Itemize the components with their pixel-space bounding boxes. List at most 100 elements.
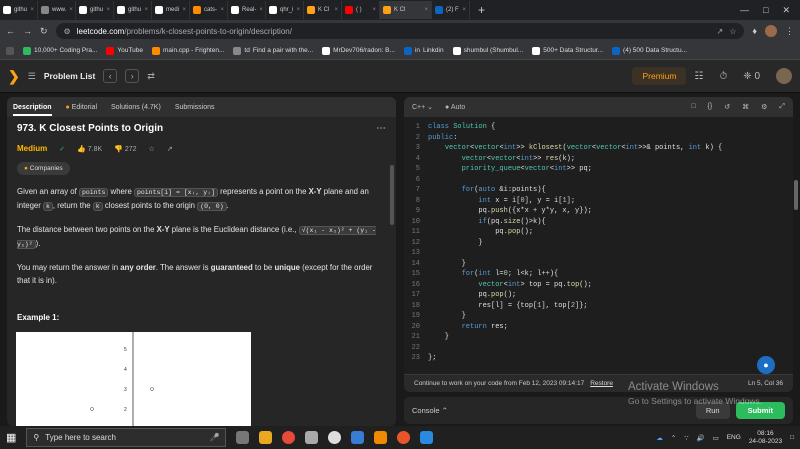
reset-icon[interactable]: ↺: [724, 103, 730, 111]
vscode-icon[interactable]: [420, 431, 434, 444]
microphone-icon[interactable]: 🎤: [209, 433, 219, 442]
code-line[interactable]: 21 }: [404, 332, 793, 343]
task-view-icon[interactable]: [236, 431, 250, 444]
more-options-icon[interactable]: ⋯: [376, 123, 386, 134]
reload-icon[interactable]: ↻: [40, 26, 48, 37]
tab-editorial[interactable]: ● Editorial: [66, 104, 97, 111]
bookmark-item[interactable]: in Linkdin: [403, 46, 444, 55]
close-tab-icon[interactable]: ×: [259, 7, 263, 13]
braces-icon[interactable]: {}: [708, 103, 713, 111]
notebook-icon[interactable]: ☷: [694, 71, 703, 82]
network-icon[interactable]: ∵: [684, 434, 688, 442]
back-icon[interactable]: ←: [6, 26, 15, 36]
tab-submissions[interactable]: Submissions: [175, 104, 215, 111]
share-link-icon[interactable]: ↗: [167, 145, 173, 153]
close-tab-icon[interactable]: ×: [69, 7, 73, 13]
brave-icon[interactable]: [397, 431, 411, 444]
language-select[interactable]: C++ ⌄: [412, 103, 433, 111]
notification-icon[interactable]: □: [790, 434, 794, 441]
expand-icon[interactable]: ⤢: [779, 103, 785, 111]
weather-icon[interactable]: ☁: [656, 434, 663, 442]
browser-tab[interactable]: Real- ×: [228, 1, 266, 19]
code-line[interactable]: 12 }: [404, 238, 793, 249]
code-line[interactable]: 10 if(pq.size()>k){: [404, 217, 793, 228]
browser-tab[interactable]: cats- ×: [190, 1, 228, 19]
url-input[interactable]: ⚙ leetcode.com/problems/k-closest-points…: [55, 23, 745, 39]
bookmark-item[interactable]: YouTube: [106, 46, 143, 55]
code-line[interactable]: 11 pq.pop();: [404, 227, 793, 238]
shuffle-icon[interactable]: ⇄: [147, 71, 155, 82]
dislike-button[interactable]: 👎 272: [114, 145, 136, 153]
code-line[interactable]: 5 priority_queue<vector<int>> pq;: [404, 164, 793, 175]
menu-icon[interactable]: ⋮: [785, 26, 794, 37]
file-explorer-icon[interactable]: [259, 431, 273, 444]
battery-icon[interactable]: ▭: [713, 434, 719, 442]
close-tab-icon[interactable]: ×: [182, 7, 186, 13]
bookmark-item[interactable]: 500+ Data Structur...: [532, 46, 603, 55]
description-scrollbar[interactable]: [390, 165, 394, 225]
code-line[interactable]: 22: [404, 343, 793, 354]
settings-app-icon[interactable]: [305, 431, 319, 444]
favorite-star-icon[interactable]: ☆: [149, 145, 155, 153]
windows-start-icon[interactable]: ▦: [6, 431, 16, 444]
bookmark-icon[interactable]: □: [691, 103, 695, 111]
tab-description[interactable]: Description: [13, 104, 52, 116]
volume-icon[interactable]: 🔊: [696, 434, 704, 442]
chat-bubble-icon[interactable]: ●: [757, 356, 775, 374]
browser-tab[interactable]: www. ×: [38, 1, 76, 19]
code-line[interactable]: 9 pq.push({x*x + y*y, x, y});: [404, 206, 793, 217]
apps-icon[interactable]: [6, 46, 14, 55]
bookmark-item[interactable]: td Find a pair with the...: [233, 46, 313, 55]
settings-gear-icon[interactable]: ⚙: [761, 103, 767, 111]
bookmark-item[interactable]: shumbul (Shumbul...: [452, 46, 523, 55]
prev-problem-button[interactable]: ‹: [103, 69, 118, 83]
bookmark-item[interactable]: 10,000+ Coding Pra...: [23, 46, 97, 55]
code-line[interactable]: 7 for(auto &i:points){: [404, 185, 793, 196]
code-line[interactable]: 14 }: [404, 259, 793, 270]
close-tab-icon[interactable]: ×: [462, 7, 466, 13]
code-line[interactable]: 6: [404, 175, 793, 186]
forward-icon[interactable]: →: [23, 26, 32, 36]
premium-button[interactable]: Premium: [632, 67, 687, 85]
close-window-icon[interactable]: ✕: [782, 5, 790, 16]
code-line[interactable]: 18 res[l] = {top[1], top[2]};: [404, 301, 793, 312]
clock[interactable]: 08:16 24-08-2023: [749, 430, 782, 446]
code-line[interactable]: 17 pq.pop();: [404, 290, 793, 301]
browser-tab[interactable]: githu ×: [114, 1, 152, 19]
problem-list-icon[interactable]: ☰: [28, 71, 36, 82]
browser-tab[interactable]: (2) F ×: [432, 1, 470, 19]
language-indicator[interactable]: ENG: [727, 434, 741, 441]
extensions-icon[interactable]: ♦: [752, 26, 757, 36]
auto-mode[interactable]: ● Auto: [445, 104, 465, 111]
code-line[interactable]: 16 vector<int> top = pq.top();: [404, 280, 793, 291]
companies-chip[interactable]: ● Companies: [17, 162, 70, 175]
fire-icon[interactable]: ❈ 0: [743, 71, 760, 82]
code-line[interactable]: 8 int x = i[0], y = i[1];: [404, 196, 793, 207]
close-tab-icon[interactable]: ×: [30, 7, 34, 13]
code-line[interactable]: 3 vector<vector<int>> kClosest(vector<ve…: [404, 143, 793, 154]
profile-avatar[interactable]: [765, 25, 777, 37]
next-problem-button[interactable]: ›: [125, 69, 140, 83]
close-tab-icon[interactable]: ×: [144, 7, 148, 13]
close-tab-icon[interactable]: ×: [296, 7, 300, 13]
browser-tab[interactable]: medi ×: [152, 1, 190, 19]
like-button[interactable]: 👍 7.8K: [77, 145, 102, 153]
github-desktop-icon[interactable]: [328, 431, 342, 444]
restore-button[interactable]: Restore: [590, 380, 613, 387]
code-line[interactable]: 1 class Solution {: [404, 122, 793, 133]
bookmark-star-icon[interactable]: ☆: [729, 27, 736, 36]
browser-tab[interactable]: K Cl ×: [380, 1, 432, 19]
problem-list-link[interactable]: Problem List: [44, 71, 95, 81]
console-toggle[interactable]: Console ⌃: [412, 406, 448, 415]
maximize-icon[interactable]: □: [763, 5, 768, 16]
timer-icon[interactable]: ⏱: [719, 71, 727, 82]
minimize-icon[interactable]: —: [740, 5, 749, 16]
close-tab-icon[interactable]: ×: [424, 7, 428, 13]
code-area[interactable]: 1 class Solution {2 public: 3 vector<vector…: [404, 117, 793, 364]
code-line[interactable]: 4 vector<vector<int>> res(k);: [404, 154, 793, 165]
code-line[interactable]: 20 return res;: [404, 322, 793, 333]
command-icon[interactable]: ⌘: [742, 103, 749, 111]
bookmark-item[interactable]: (4) 500 Data Structu...: [612, 46, 687, 55]
page-scrollbar[interactable]: [794, 180, 798, 210]
taskbar-search-input[interactable]: ⚲ Type here to search 🎤: [26, 428, 227, 447]
